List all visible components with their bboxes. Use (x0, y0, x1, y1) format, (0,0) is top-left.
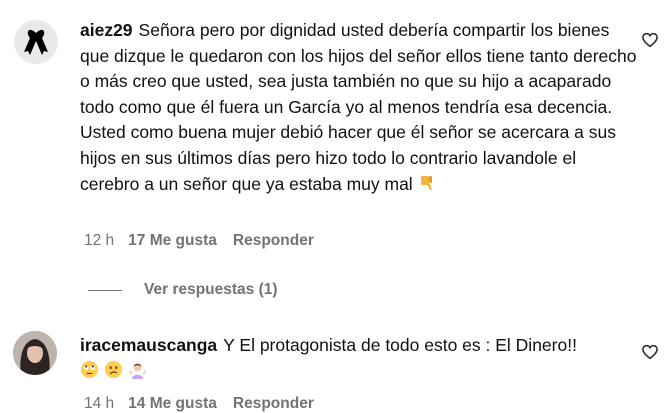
comment-time: 12 h (84, 232, 115, 249)
comment-body: Y El protagonista de todo esto es : El D… (223, 335, 577, 355)
heart-icon[interactable] (641, 31, 659, 49)
heart-icon[interactable] (641, 343, 659, 361)
view-replies-label: Ver respuestas (1) (144, 281, 278, 298)
divider-line (88, 289, 122, 291)
avatar[interactable] (13, 331, 57, 375)
reply-button[interactable]: Responder (233, 395, 314, 413)
comment-text: iracemauscanga Y El protagonista de todo … (80, 333, 640, 384)
likes-count[interactable]: 17 Me gusta (128, 232, 217, 250)
comment-meta: 14 h 14 Me gusta Responder (84, 395, 314, 413)
view-replies-button[interactable]: Ver respuestas (1) (88, 281, 278, 299)
black-ribbon-icon (24, 29, 48, 55)
comment-text: aiez29 Señora pero por dignidad usted deb… (80, 18, 640, 197)
comment-meta: 12 h 17 Me gusta Responder (84, 232, 314, 250)
username[interactable]: aiez29 (80, 20, 133, 40)
comment-time: 14 h (84, 395, 115, 412)
username[interactable]: iracemauscanga (80, 335, 217, 355)
confused-face-icon (104, 360, 123, 384)
thumbs-down-icon (418, 174, 436, 197)
comment-body: Señora pero por dignidad usted debería c… (80, 20, 637, 194)
avatar[interactable] (14, 20, 58, 64)
face-with-rolling-eyes-icon (80, 360, 99, 384)
profile-photo (13, 331, 57, 375)
likes-count[interactable]: 14 Me gusta (128, 395, 217, 413)
reply-button[interactable]: Responder (233, 232, 314, 250)
person-shrugging-icon (128, 360, 147, 384)
